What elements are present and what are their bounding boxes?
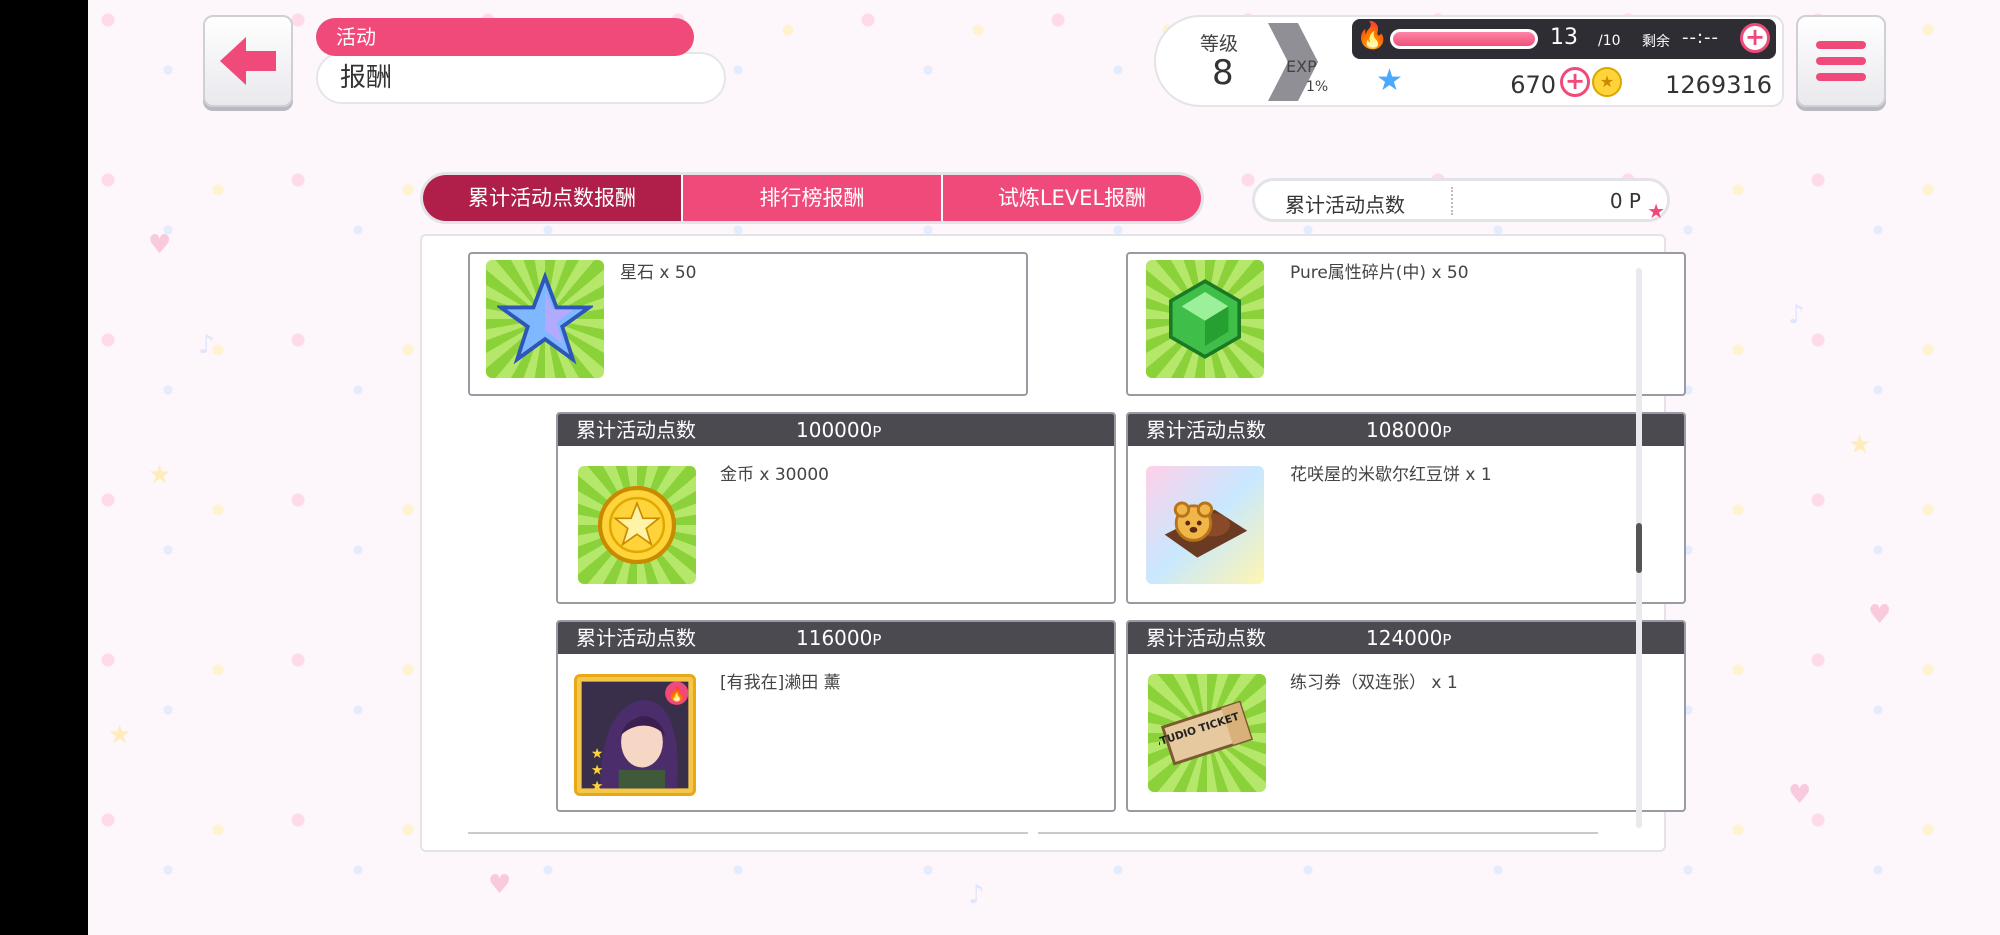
next-card-edge: [468, 832, 1028, 842]
fire-icon: 🔥: [1356, 21, 1389, 51]
studio-ticket-icon: STUDIO TICKET: [1148, 674, 1266, 792]
deco-star: ★: [1848, 430, 1872, 460]
pure-shard-icon: [1146, 260, 1264, 378]
requirement-value: 100000P: [796, 418, 882, 442]
game-stage: ♥ ♪ ★ ♪ ★ ♥ ★ ♥ ♪ ♥ 报酬 活动 等级 8 EXP 1% 🔥 …: [88, 0, 2000, 935]
back-arrow-icon: [220, 37, 276, 85]
requirement-label: 累计活动点数: [1146, 418, 1266, 442]
star-stone-icon: [486, 260, 604, 378]
next-card-edge: [1038, 832, 1598, 842]
reward-tabs: 累计活动点数报酬 排行榜报酬 试炼LEVEL报酬: [420, 172, 1204, 224]
points-value: 0 P: [1609, 189, 1641, 213]
page-category: 活动: [316, 18, 694, 56]
pink-star-icon: ★: [1647, 199, 1665, 223]
svg-text:★: ★: [591, 762, 603, 778]
remaining-value: --:--: [1682, 27, 1720, 48]
requirement-label: 累计活动点数: [576, 626, 696, 650]
coin-icon: [578, 466, 696, 584]
reward-requirement: 累计活动点数 108000P: [1128, 414, 1684, 446]
stamina-value: 13: [1550, 25, 1578, 50]
points-label: 累计活动点数: [1285, 193, 1405, 217]
menu-button[interactable]: [1796, 15, 1886, 107]
page-title-pill: 报酬 活动: [316, 18, 726, 104]
reward-card: 累计活动点数 116000P 🔥 ★ ★ ★ [有我在]濑田 薰: [556, 620, 1116, 812]
reward-thumbnail: [486, 260, 604, 378]
reward-name: 练习券（双连张） x 1: [1290, 673, 1458, 693]
tab-cumulative-points[interactable]: 累计活动点数报酬: [423, 175, 683, 221]
deco-heart: ♥: [1868, 600, 1892, 630]
requirement-value: 124000P: [1366, 626, 1452, 650]
points-display: 累计活动点数 0 P ★: [1252, 178, 1670, 223]
requirement-label: 累计活动点数: [1146, 626, 1266, 650]
deco-heart: ♥: [148, 230, 172, 260]
stamina-bar: 🔥 13 /10 剩余 --:-- +: [1352, 19, 1776, 59]
remaining-label: 剩余: [1642, 34, 1670, 50]
reward-thumbnail: [1146, 260, 1264, 378]
menu-icon-bar: [1816, 73, 1866, 81]
reward-card: 累计活动点数 100000P 金币 x 30000: [556, 412, 1116, 604]
list-scrollbar[interactable]: [1636, 268, 1642, 828]
deco-note: ♪: [1788, 300, 1805, 330]
gem-count: 670: [1510, 71, 1556, 99]
reward-thumbnail: 🔥 ★ ★ ★: [574, 674, 696, 796]
coin-icon: ★: [1592, 67, 1622, 97]
reward-name: [有我在]濑田 薰: [720, 673, 841, 693]
add-gems-button[interactable]: +: [1560, 67, 1590, 97]
stamina-max: /10: [1598, 33, 1621, 49]
svg-text:★: ★: [591, 746, 603, 762]
deco-star: ★: [108, 720, 132, 750]
deco-star: ★: [148, 460, 172, 490]
reward-thumbnail: [578, 466, 696, 584]
svg-text:🔥: 🔥: [668, 686, 685, 703]
deco-heart: ♥: [1788, 780, 1812, 810]
reward-requirement: 累计活动点数 124000P: [1128, 622, 1684, 654]
exp-label: EXP: [1286, 57, 1317, 76]
level-value: 8: [1212, 53, 1234, 93]
character-card-icon: 🔥 ★ ★ ★: [577, 677, 693, 793]
requirement-label: 累计活动点数: [576, 418, 696, 442]
deco-note: ♪: [968, 880, 985, 910]
level-label: 等级: [1200, 33, 1239, 55]
reward-card: 累计活动点数 108000P 花咲屋的米歇尔红豆饼 x 1: [1126, 412, 1686, 604]
requirement-value: 116000P: [796, 626, 882, 650]
player-status-panel: 等级 8 EXP 1% 🔥 13 /10 剩余 --:-- + ★ 670 + …: [1154, 15, 1784, 107]
reward-requirement: 累计活动点数 100000P: [558, 414, 1114, 446]
reward-name: Pure属性碎片(中) x 50: [1290, 263, 1469, 283]
menu-icon-bar: [1816, 57, 1866, 65]
exp-percent: 1%: [1306, 79, 1329, 95]
stamina-fill: [1393, 32, 1535, 46]
reward-requirement: 累计活动点数 116000P: [558, 622, 1114, 654]
deco-note: ♪: [198, 330, 215, 360]
divider: [1451, 187, 1453, 215]
requirement-value: 108000P: [1366, 418, 1452, 442]
reward-card: 累计活动点数 124000P STUDIO TICKET 练习券（双连张） x …: [1126, 620, 1686, 812]
reward-card: 星石 x 50: [468, 252, 1028, 396]
reward-thumbnail: [1146, 466, 1264, 584]
coin-count: 1269316: [1665, 71, 1772, 99]
reward-card: Pure属性碎片(中) x 50: [1126, 252, 1686, 396]
scrollbar-thumb[interactable]: [1636, 523, 1642, 573]
reward-name: 星石 x 50: [620, 263, 697, 283]
reward-name: 花咲屋的米歇尔红豆饼 x 1: [1290, 465, 1492, 485]
deco-heart: ♥: [488, 870, 512, 900]
star-gem-icon: ★: [1376, 63, 1403, 98]
tab-ranking[interactable]: 排行榜报酬: [683, 175, 943, 221]
reward-name: 金币 x 30000: [720, 465, 829, 485]
menu-icon-bar: [1816, 41, 1866, 49]
reward-thumbnail: STUDIO TICKET: [1148, 674, 1266, 792]
back-button[interactable]: [203, 15, 293, 107]
svg-text:★: ★: [591, 779, 603, 793]
add-stamina-button[interactable]: +: [1740, 23, 1770, 53]
tab-trial-level[interactable]: 试炼LEVEL报酬: [943, 175, 1201, 221]
page-title: 报酬: [316, 52, 726, 104]
stamina-track: [1390, 29, 1538, 49]
bean-cake-icon: [1146, 466, 1264, 584]
